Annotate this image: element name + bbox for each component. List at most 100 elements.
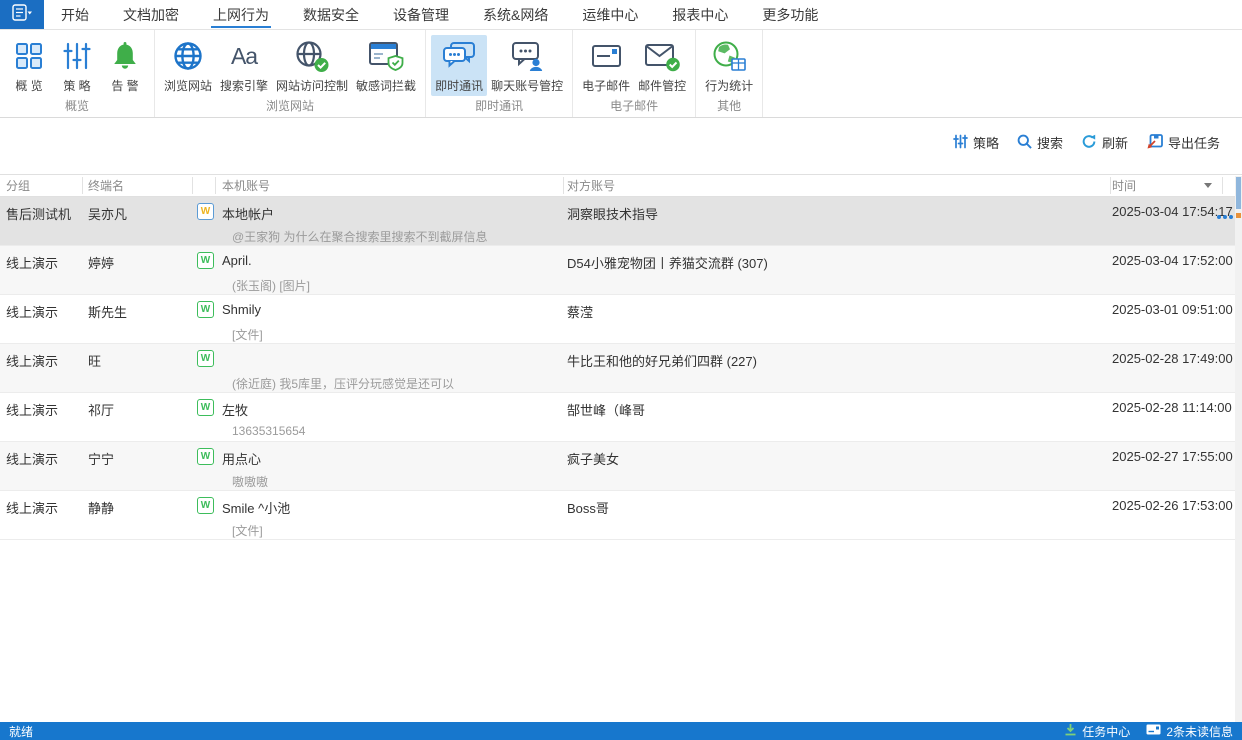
row-time: 2025-02-28 11:14:00: [1112, 400, 1232, 415]
column-header-terminal[interactable]: 终端名: [88, 175, 124, 196]
row-remote-account: Boss哥: [567, 498, 609, 517]
row-terminal-name: 婷婷: [88, 253, 114, 272]
mail-icon: [590, 38, 623, 74]
ribbon-item-label: 告 警: [111, 77, 138, 94]
row-terminal-name: 吴亦凡: [88, 204, 127, 223]
tab-web-behavior[interactable]: 上网行为: [196, 0, 286, 29]
ribbon-item-behavior-stats[interactable]: 行为统计: [701, 35, 757, 96]
row-group: 线上演示: [6, 351, 58, 370]
row-last-message: @王家狗 为什么在聚合搜索里搜索不到截屏信息: [232, 228, 488, 245]
tab-device-mgmt[interactable]: 设备管理: [376, 0, 466, 29]
chat-app-letter: W: [201, 500, 210, 511]
ribbon-item-mail-control[interactable]: 邮件管控: [634, 35, 690, 96]
ribbon-item-email[interactable]: 电子邮件: [578, 35, 634, 96]
column-header-time[interactable]: 时间: [1112, 175, 1136, 196]
globe-stats-icon: [712, 38, 747, 74]
tab-doc-encrypt[interactable]: 文档加密: [106, 0, 196, 29]
ribbon-item-policy[interactable]: 策 略: [53, 35, 101, 96]
globe-check-icon: [294, 38, 330, 74]
tab-data-security[interactable]: 数据安全: [286, 0, 376, 29]
chat-app-letter: W: [201, 451, 210, 462]
column-divider[interactable]: [1110, 177, 1111, 194]
row-local-account: Smile ^小池: [222, 498, 290, 517]
table-row[interactable]: 线上演示 婷婷 W April. D54小雅宠物团丨养猫交流群 (307) 20…: [0, 246, 1242, 295]
chat-app-icon: W: [197, 399, 214, 416]
column-header-local-account[interactable]: 本机账号: [222, 175, 270, 196]
ribbon-item-overview[interactable]: 概 览: [5, 35, 53, 96]
chat-app-icon: W: [197, 497, 214, 514]
row-group: 线上演示: [6, 302, 58, 321]
ribbon-item-label: 电子邮件: [582, 77, 630, 94]
column-divider[interactable]: [82, 177, 83, 194]
column-divider[interactable]: [215, 177, 216, 194]
row-last-message: [文件]: [232, 326, 263, 343]
row-local-account: 左牧: [222, 400, 248, 419]
tab-report-center[interactable]: 报表中心: [655, 0, 745, 29]
tab-more-features[interactable]: 更多功能: [745, 0, 835, 29]
download-icon: [1064, 723, 1077, 739]
message-icon: [1146, 724, 1161, 738]
ribbon-item-label: 行为统计: [705, 77, 753, 94]
chat-app-icon: W: [197, 252, 214, 269]
ribbon-item-label: 浏览网站: [164, 77, 212, 94]
ribbon-item-sensitive-words[interactable]: 敏感词拦截: [352, 35, 420, 96]
table-body: 售后测试机 吴亦凡 W 本地帐户 洞察眼技术指导 2025-03-04 17:5…: [0, 197, 1242, 540]
export-icon: [1146, 134, 1163, 152]
ribbon-item-chat-account-control[interactable]: 聊天账号管控: [487, 35, 567, 96]
row-last-message: 嗷嗷嗷: [232, 473, 268, 490]
unread-messages-label: 2条未读信息: [1166, 723, 1233, 740]
chat-app-letter: W: [201, 255, 210, 266]
chat-app-letter: W: [201, 402, 210, 413]
chat-app-icon: W: [197, 350, 214, 367]
ribbon: 概 览 策 略 告 警 概览 浏览网站: [0, 30, 1242, 118]
table-row[interactable]: 线上演示 旺 W 牛比王和他的好兄弟们四群 (227) 2025-02-28 1…: [0, 344, 1242, 393]
ribbon-group-label: 即时通讯: [431, 97, 567, 117]
refresh-icon: [1081, 134, 1097, 152]
aa-icon: Aa: [231, 38, 257, 74]
search-button[interactable]: 搜索: [1017, 133, 1063, 152]
export-tasks-button[interactable]: 导出任务: [1146, 133, 1220, 152]
scrollbar-thumb[interactable]: [1236, 177, 1241, 209]
column-header-remote-account[interactable]: 对方账号: [567, 175, 615, 196]
column-header-group[interactable]: 分组: [6, 175, 30, 196]
column-divider[interactable]: [192, 177, 193, 194]
ribbon-item-alert[interactable]: 告 警: [101, 35, 149, 96]
chevron-down-icon: [1204, 183, 1212, 188]
row-terminal-name: 旺: [88, 351, 101, 370]
table-row[interactable]: 线上演示 宁宁 W 用点心 疯子美女 2025-02-27 17:55:00 嗷…: [0, 442, 1242, 491]
row-group: 线上演示: [6, 253, 58, 272]
column-header-time-label: 时间: [1112, 177, 1136, 194]
tab-start[interactable]: 开始: [44, 0, 106, 29]
vertical-scrollbar[interactable]: [1235, 176, 1242, 722]
row-last-message: (张玉阁) [图片]: [232, 277, 310, 294]
app-menu-button[interactable]: [0, 0, 44, 29]
column-divider[interactable]: [563, 177, 564, 194]
tab-ops-center[interactable]: 运维中心: [565, 0, 655, 29]
row-time: 2025-02-28 17:49:00: [1112, 351, 1233, 366]
ribbon-item-search-engine[interactable]: Aa 搜索引擎: [216, 35, 272, 96]
ribbon-item-browse-sites[interactable]: 浏览网站: [160, 35, 216, 96]
table-row[interactable]: 线上演示 斯先生 W Shmily 蔡滢 2025-03-01 09:51:00…: [0, 295, 1242, 344]
bell-icon: [110, 38, 140, 74]
unread-messages-button[interactable]: 2条未读信息: [1146, 723, 1233, 740]
row-more-button[interactable]: [1215, 206, 1233, 224]
browser-shield-icon: [368, 38, 404, 74]
ribbon-item-instant-messaging[interactable]: 即时通讯: [431, 35, 487, 96]
mail-shield-icon: [644, 38, 681, 74]
table-row[interactable]: 线上演示 静静 W Smile ^小池 Boss哥 2025-02-26 17:…: [0, 491, 1242, 540]
row-local-account: 本地帐户: [222, 204, 274, 223]
chat-app-letter: W: [201, 353, 210, 364]
chat-user-icon: [509, 38, 545, 74]
table-row[interactable]: 线上演示 祁厅 W 左牧 郜世峰（峰哥 2025-02-28 11:14:00 …: [0, 393, 1242, 442]
column-divider[interactable]: [1222, 177, 1223, 194]
tab-system-network[interactable]: 系统&网络: [466, 0, 565, 29]
row-group: 售后测试机: [6, 204, 71, 223]
task-center-button[interactable]: 任务中心: [1064, 723, 1130, 740]
policy-button[interactable]: 策略: [953, 133, 999, 152]
refresh-button[interactable]: 刷新: [1081, 133, 1128, 152]
time-filter-dropdown[interactable]: [1198, 175, 1212, 196]
ribbon-group-label: 概览: [5, 97, 149, 117]
table-row[interactable]: 售后测试机 吴亦凡 W 本地帐户 洞察眼技术指导 2025-03-04 17:5…: [0, 197, 1242, 246]
export-tasks-button-label: 导出任务: [1168, 133, 1220, 152]
ribbon-item-site-access-control[interactable]: 网站访问控制: [272, 35, 352, 96]
